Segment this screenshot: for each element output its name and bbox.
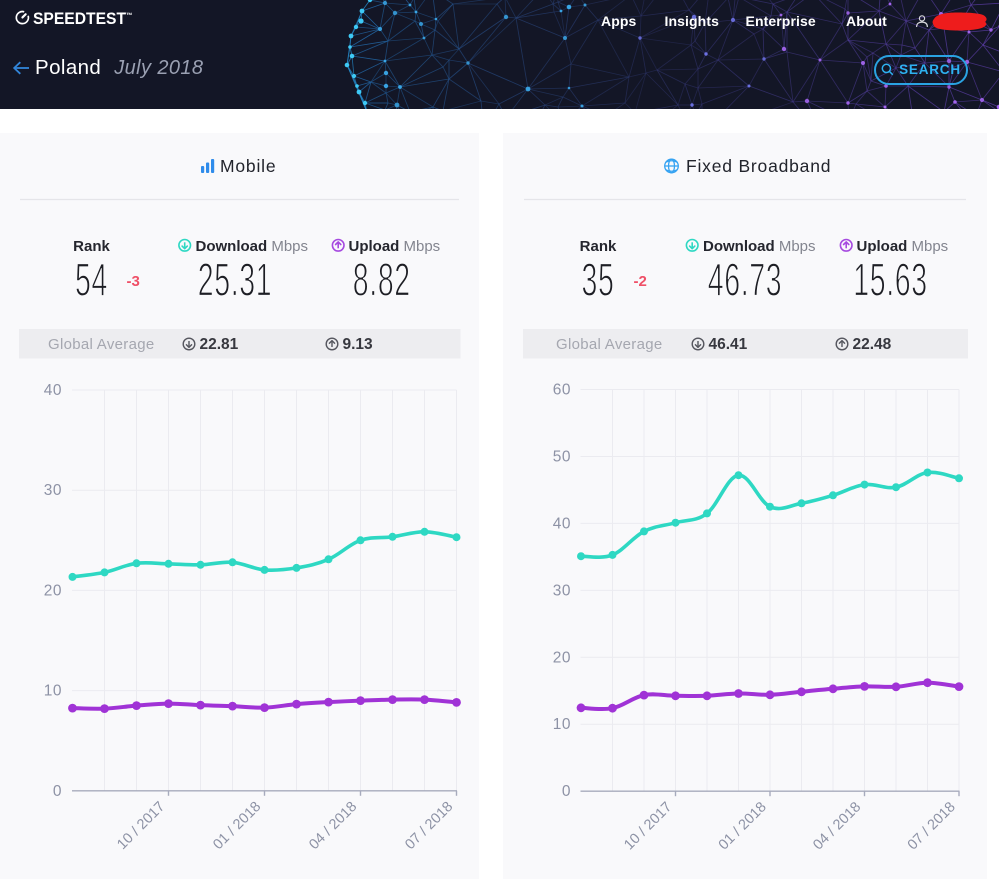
svg-text:22.48: 22.48 — [853, 336, 892, 353]
svg-text:50: 50 — [553, 449, 571, 466]
svg-text:Global Average: Global Average — [48, 336, 155, 353]
svg-text:30: 30 — [44, 482, 62, 499]
svg-text:07 / 2018: 07 / 2018 — [402, 799, 456, 853]
svg-text:Upload Mbps: Upload Mbps — [349, 238, 441, 255]
svg-text:01 / 2018: 01 / 2018 — [716, 799, 770, 853]
svg-text:46.41: 46.41 — [709, 336, 748, 353]
svg-text:60: 60 — [553, 382, 571, 399]
svg-text:8.82: 8.82 — [353, 255, 411, 307]
svg-text:04 / 2018: 04 / 2018 — [810, 799, 864, 853]
svg-text:22.81: 22.81 — [200, 336, 239, 353]
svg-text:10 / 2017: 10 / 2017 — [114, 799, 168, 853]
svg-text:40: 40 — [553, 515, 571, 532]
svg-text:25.31: 25.31 — [198, 255, 272, 307]
svg-text:-3: -3 — [127, 273, 140, 290]
svg-text:Fixed Broadband: Fixed Broadband — [686, 156, 831, 176]
svg-text:0: 0 — [562, 783, 571, 800]
svg-text:Upload Mbps: Upload Mbps — [857, 238, 949, 255]
svg-text:46.73: 46.73 — [708, 255, 782, 307]
svg-text:0: 0 — [53, 783, 62, 800]
svg-text:Rank: Rank — [580, 238, 617, 255]
svg-text:04 / 2018: 04 / 2018 — [306, 799, 360, 853]
svg-text:30: 30 — [553, 582, 571, 599]
svg-text:07 / 2018: 07 / 2018 — [905, 799, 959, 853]
svg-text:-2: -2 — [634, 273, 647, 290]
svg-text:20: 20 — [44, 582, 62, 599]
svg-text:01 / 2018: 01 / 2018 — [210, 799, 264, 853]
svg-text:10 / 2017: 10 / 2017 — [621, 799, 675, 853]
svg-text:9.13: 9.13 — [343, 336, 374, 353]
svg-text:Global Average: Global Average — [556, 336, 663, 353]
svg-text:Mobile: Mobile — [220, 156, 276, 176]
svg-text:54: 54 — [75, 255, 108, 307]
svg-text:Download Mbps: Download Mbps — [703, 238, 816, 255]
svg-text:40: 40 — [44, 382, 62, 399]
svg-text:20: 20 — [553, 649, 571, 666]
svg-text:10: 10 — [44, 683, 62, 700]
svg-text:Rank: Rank — [73, 238, 110, 255]
svg-text:35: 35 — [582, 255, 615, 307]
svg-text:Download Mbps: Download Mbps — [196, 238, 309, 255]
svg-text:10: 10 — [553, 716, 571, 733]
svg-text:15.63: 15.63 — [853, 255, 927, 307]
